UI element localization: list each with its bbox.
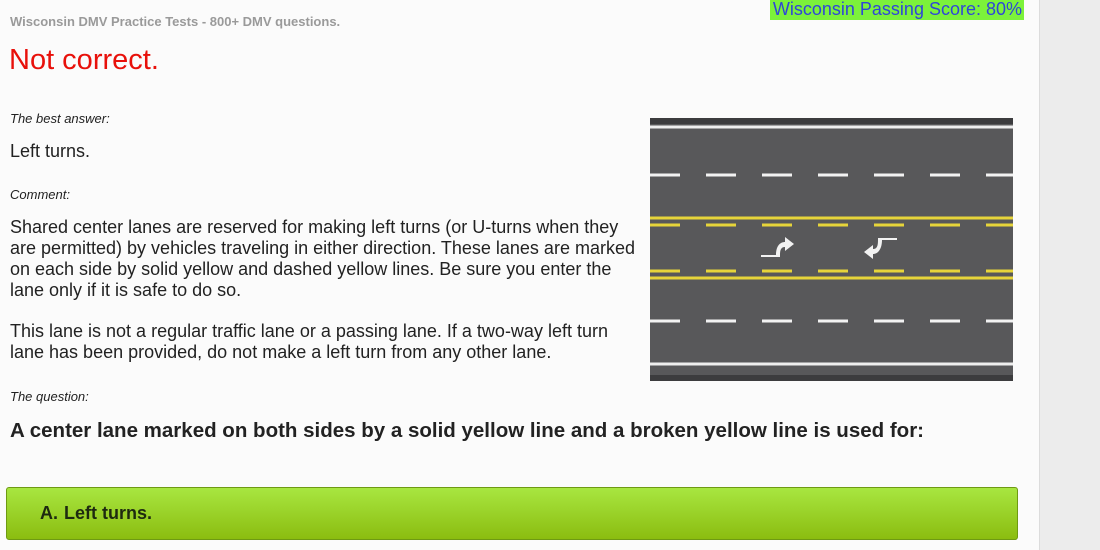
question-text: A center lane marked on both sides by a … [10,419,925,442]
result-status: Not correct. [9,44,159,76]
best-answer-text: Left turns. [10,141,91,161]
comment-label: Comment: [10,187,70,202]
road-lane-illustration [650,118,1013,381]
passing-score-badge: Wisconsin Passing Score: 80% [770,0,1024,20]
page-scrollbar[interactable] [1039,0,1100,550]
question-label: The question: [10,389,89,404]
comment-paragraph: This lane is not a regular traffic lane … [10,321,608,362]
comment-body: Shared center lanes are reserved for mak… [10,217,635,383]
option-text: Left turns. [64,503,152,523]
site-title: Wisconsin DMV Practice Tests - 800+ DMV … [10,14,341,29]
answer-option-a[interactable]: A. Left turns. [6,487,1018,540]
best-answer-label: The best answer: [10,111,110,126]
comment-paragraph: Shared center lanes are reserved for mak… [10,217,635,300]
option-letter: A. [40,503,58,523]
